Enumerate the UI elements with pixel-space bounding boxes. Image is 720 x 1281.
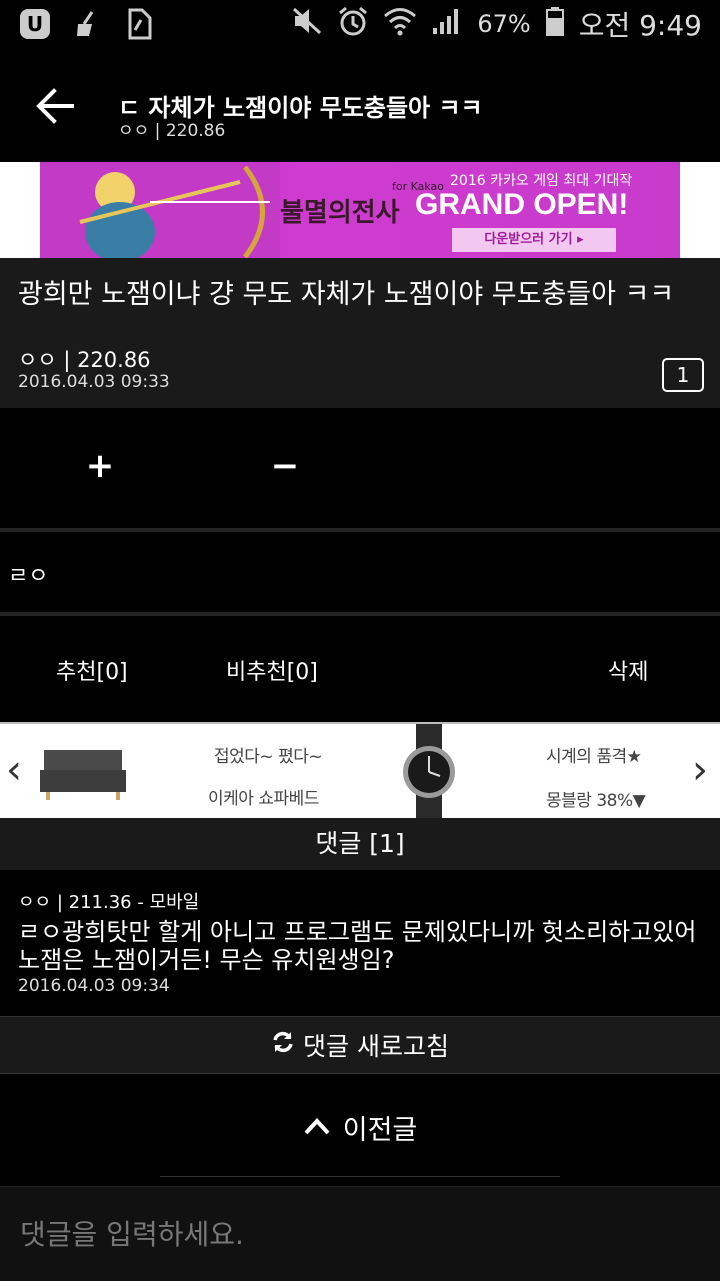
comment-text: ㄹㅇ광희탓만 할게 아니고 프로그램도 문제있다니까 헛소리하고있어 노잼은 노… bbox=[18, 918, 697, 974]
u-plus-icon: U bbox=[18, 7, 52, 41]
ad-item1-line1: 접었다~ 폈다~ bbox=[214, 747, 323, 767]
refresh-label: 댓글 새로고침 bbox=[303, 1032, 449, 1061]
chevron-up-icon bbox=[303, 1112, 331, 1143]
comment-author: ㅇㅇ | 211.36 - 모바일 bbox=[18, 892, 200, 913]
comment-input[interactable] bbox=[18, 1205, 706, 1263]
wifi-icon bbox=[383, 6, 417, 42]
ad-item1-line2: 이케아 쇼파베드 bbox=[208, 789, 319, 809]
signal-icon bbox=[431, 6, 463, 42]
delete-button[interactable]: 삭제 bbox=[608, 654, 648, 686]
banner-cta-button[interactable]: 다운받으러 가기 ▸ bbox=[452, 228, 616, 252]
banner-tagline: 2016 카카오 게임 최대 기대작 bbox=[450, 173, 633, 189]
post-body: ㄹㅇ bbox=[8, 564, 49, 589]
ad-item2-line1: 시계의 품격★ bbox=[546, 747, 642, 767]
upvote-button[interactable]: + bbox=[70, 446, 130, 486]
header-subtitle: ㅇㅇ | 220.86 bbox=[118, 121, 226, 141]
mute-icon bbox=[291, 6, 323, 42]
back-arrow-icon[interactable] bbox=[28, 80, 84, 132]
refresh-icon bbox=[271, 1030, 295, 1060]
refresh-comments-button[interactable]: 댓글 새로고침 bbox=[0, 1016, 720, 1074]
app-header: ㄷ 자체가 노잼이야 무도충들아 ㅋㅋ ㅇㅇ | 220.86 bbox=[0, 50, 720, 162]
previous-post-button[interactable]: 이전글 bbox=[0, 1090, 720, 1164]
ad-prev-arrow-icon[interactable]: ‹ bbox=[6, 748, 22, 792]
post-header: 광희만 노잼이냐 걍 무도 자체가 노잼이야 무도충들아 ㅋㅋ ㅇㅇ | 220… bbox=[0, 258, 720, 408]
banner-area: 불멸의전사 for Kakao 2016 카카오 게임 최대 기대작 GRAND… bbox=[0, 162, 720, 258]
previous-post-label: 이전글 bbox=[342, 1114, 418, 1146]
downvote-button[interactable]: − bbox=[255, 446, 315, 486]
banner-headline: GRAND OPEN! bbox=[415, 188, 629, 221]
battery-text: 67% bbox=[477, 10, 531, 38]
alarm-icon bbox=[337, 5, 369, 43]
clock: 오전 9:49 bbox=[578, 9, 702, 42]
sofa-image bbox=[40, 750, 126, 800]
post-title: 광희만 노잼이냐 걍 무도 자체가 노잼이야 무도충들아 ㅋㅋ bbox=[18, 279, 675, 310]
status-bar: U 67% 오전 9:49 bbox=[0, 0, 720, 50]
comments-header: 댓글 [1] bbox=[0, 818, 720, 870]
cleaner-icon bbox=[70, 7, 104, 41]
ad-next-arrow-icon[interactable]: › bbox=[692, 748, 708, 792]
sim-icon bbox=[122, 7, 156, 41]
battery-icon bbox=[545, 6, 565, 42]
post-date: 2016.04.03 09:33 bbox=[18, 372, 170, 392]
comment-input-bar bbox=[0, 1186, 720, 1281]
recommend-button[interactable]: 추천[0] bbox=[56, 654, 128, 686]
comment-count-badge[interactable]: 1 bbox=[662, 358, 704, 392]
shopping-ad-strip[interactable]: ‹ 접었다~ 폈다~ 이케아 쇼파베드 시계의 품격★ 몽블랑 38%▼ › bbox=[0, 722, 720, 822]
not-recommend-button[interactable]: 비추천[0] bbox=[226, 654, 318, 686]
ad-item2-line2: 몽블랑 38%▼ bbox=[546, 791, 646, 811]
game-banner-ad[interactable]: 불멸의전사 for Kakao 2016 카카오 게임 최대 기대작 GRAND… bbox=[40, 162, 680, 258]
banner-character-image bbox=[40, 162, 280, 258]
watch-image bbox=[403, 724, 455, 820]
post-actions: 추천[0] 비추천[0] 삭제 bbox=[0, 616, 720, 720]
divider bbox=[160, 1176, 560, 1177]
vote-bar: + − bbox=[0, 408, 720, 528]
comment-date: 2016.04.03 09:34 bbox=[18, 976, 170, 996]
svg-text:U: U bbox=[27, 12, 43, 36]
post-author: ㅇㅇ | 220.86 bbox=[18, 348, 151, 372]
divider bbox=[0, 528, 720, 532]
banner-game-title: 불멸의전사 bbox=[280, 198, 400, 228]
